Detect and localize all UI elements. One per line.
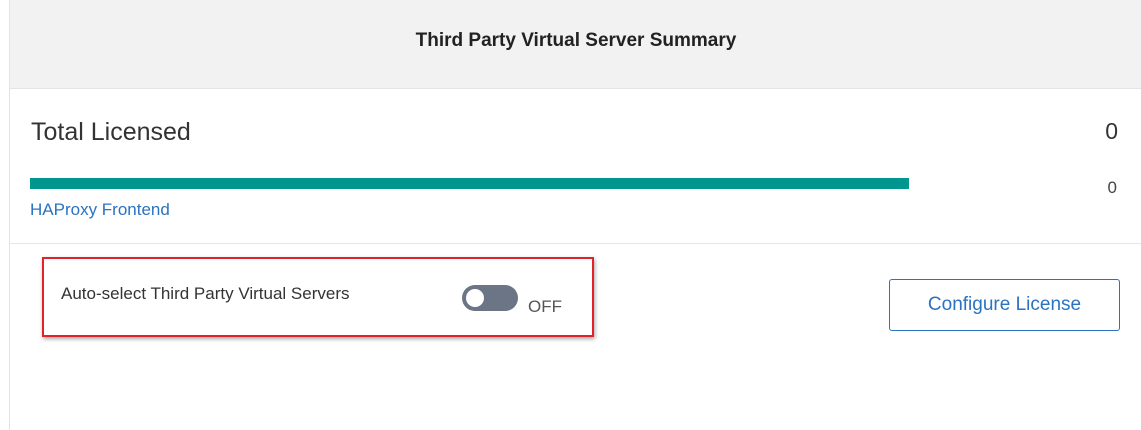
auto-select-label: Auto-select Third Party Virtual Servers: [61, 284, 350, 303]
panel-title: Third Party Virtual Server Summary: [415, 30, 737, 51]
toggle-knob: [466, 289, 484, 307]
license-usage-bar: [30, 178, 909, 189]
auto-select-toggle[interactable]: [462, 285, 518, 311]
total-licensed-label: Total Licensed: [31, 118, 191, 146]
configure-license-button[interactable]: Configure License: [889, 279, 1120, 331]
toggle-state-text: OFF: [528, 297, 562, 316]
panel-header: Third Party Virtual Server Summary: [10, 0, 1141, 89]
summary-panel: Third Party Virtual Server Summary Total…: [9, 0, 1141, 430]
haproxy-frontend-link[interactable]: HAProxy Frontend: [30, 200, 170, 220]
total-licensed-count: 0: [1105, 118, 1118, 144]
section-divider: [10, 243, 1141, 244]
license-usage-bar-fill: [30, 178, 909, 189]
license-usage-count: 0: [1107, 178, 1117, 197]
